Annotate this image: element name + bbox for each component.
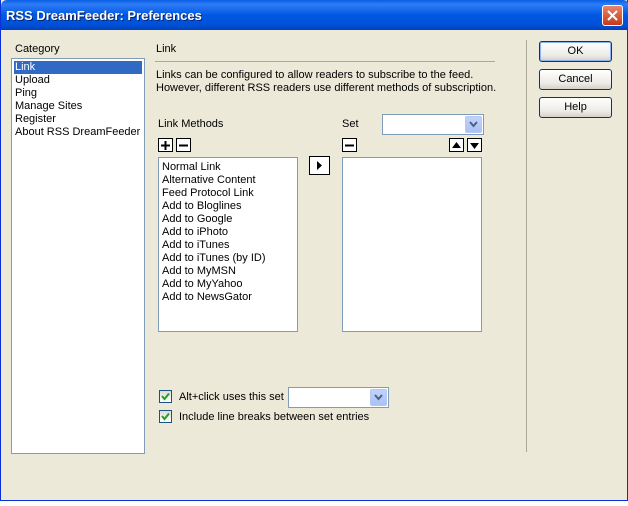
button-panel-divider xyxy=(526,40,527,452)
checkmark-icon xyxy=(161,392,170,401)
alt-click-set-select[interactable] xyxy=(288,387,389,408)
link-method-item[interactable]: Add to NewsGator xyxy=(161,291,295,304)
category-item-register[interactable]: Register xyxy=(14,113,142,126)
link-methods-list[interactable]: Normal Link Alternative Content Feed Pro… xyxy=(158,157,298,332)
link-method-item[interactable]: Add to MyYahoo xyxy=(161,278,295,291)
category-item-upload[interactable]: Upload xyxy=(14,74,142,87)
title-bar[interactable]: RSS DreamFeeder: Preferences xyxy=(1,0,628,30)
section-title: Link xyxy=(156,43,177,55)
link-method-item[interactable]: Add to MyMSN xyxy=(161,265,295,278)
section-description-line2: However, different RSS readers use diffe… xyxy=(156,82,497,94)
plus-icon xyxy=(161,141,170,150)
minus-icon xyxy=(345,144,354,147)
chevron-down-icon xyxy=(469,121,478,128)
link-method-item[interactable]: Add to Google xyxy=(161,213,295,226)
line-breaks-label: Include line breaks between set entries xyxy=(179,411,370,423)
window-title: RSS DreamFeeder: Preferences xyxy=(6,8,202,23)
checkmark-icon xyxy=(161,412,170,421)
ok-button[interactable]: OK xyxy=(539,41,612,62)
minus-icon xyxy=(179,144,188,147)
link-method-item[interactable]: Normal Link xyxy=(161,161,295,174)
triangle-down-icon xyxy=(470,143,479,149)
link-methods-heading: Link Methods xyxy=(158,118,224,130)
link-method-item[interactable]: Feed Protocol Link xyxy=(161,187,295,200)
remove-method-button[interactable] xyxy=(176,138,191,152)
link-method-item[interactable]: Add to iTunes xyxy=(161,239,295,252)
help-button[interactable]: Help xyxy=(539,97,612,118)
cancel-button[interactable]: Cancel xyxy=(539,69,612,90)
section-description-line1: Links can be configured to allow readers… xyxy=(156,69,474,81)
category-item-manage-sites[interactable]: Manage Sites xyxy=(14,100,142,113)
category-item-about[interactable]: About RSS DreamFeeder xyxy=(14,126,142,139)
arrow-right-icon xyxy=(317,161,322,170)
add-method-button[interactable] xyxy=(158,138,173,152)
set-heading: Set xyxy=(342,118,359,130)
category-heading: Category xyxy=(15,43,60,55)
set-select-dropdown[interactable] xyxy=(465,116,482,133)
link-method-item[interactable]: Add to Bloglines xyxy=(161,200,295,213)
alt-click-set-dropdown[interactable] xyxy=(370,389,387,406)
preferences-dialog: RSS DreamFeeder: Preferences Category Li… xyxy=(0,0,628,501)
chevron-down-icon xyxy=(374,394,383,401)
move-down-button[interactable] xyxy=(467,138,482,152)
link-method-item[interactable]: Add to iTunes (by ID) xyxy=(161,252,295,265)
link-method-item[interactable]: Add to iPhoto xyxy=(161,226,295,239)
move-up-button[interactable] xyxy=(449,138,464,152)
set-select[interactable] xyxy=(382,114,484,135)
category-item-ping[interactable]: Ping xyxy=(14,87,142,100)
link-method-item[interactable]: Alternative Content xyxy=(161,174,295,187)
close-button[interactable] xyxy=(602,5,623,26)
alt-click-checkbox[interactable] xyxy=(159,390,172,403)
alt-click-label: Alt+click uses this set xyxy=(179,391,284,403)
add-to-set-button[interactable] xyxy=(309,156,330,175)
category-list[interactable]: Link Upload Ping Manage Sites Register A… xyxy=(11,58,145,454)
triangle-up-icon xyxy=(452,142,461,148)
line-breaks-checkbox[interactable] xyxy=(159,410,172,423)
set-entries-list[interactable] xyxy=(342,157,482,332)
section-divider xyxy=(155,61,495,62)
close-icon xyxy=(607,10,618,21)
remove-from-set-button[interactable] xyxy=(342,138,357,152)
category-item-link[interactable]: Link xyxy=(14,61,142,74)
